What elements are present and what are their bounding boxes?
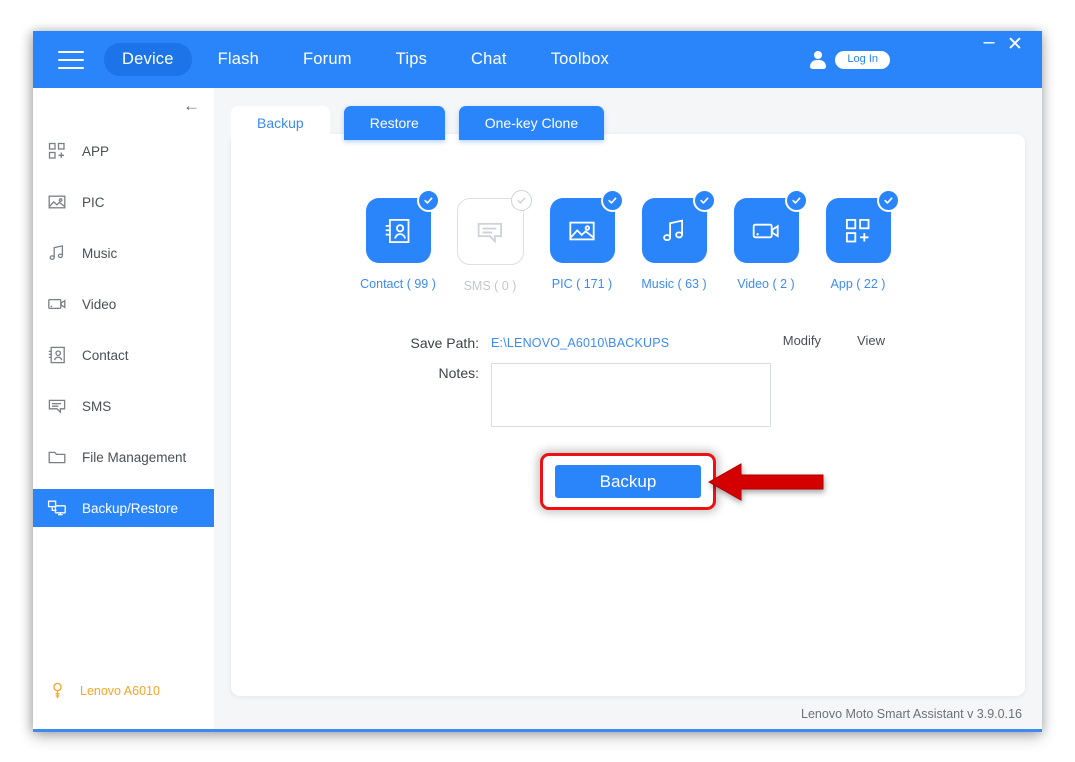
app-window: Device Flash Forum Tips Chat Toolbox Log… — [33, 31, 1042, 732]
video-camera-icon — [47, 294, 69, 314]
checked-badge-icon[interactable] — [416, 189, 440, 212]
tile-body[interactable] — [456, 190, 532, 265]
backup-action-zone: Backup — [231, 453, 1025, 510]
sidebar-item-pic[interactable]: PIC — [33, 183, 214, 221]
tab-backup[interactable]: Backup — [231, 106, 330, 140]
header-right-group: Log In – ✕ — [809, 31, 1042, 88]
content-area: Backup Restore One-key Clone Contact (9… — [214, 88, 1042, 729]
tile-body[interactable] — [365, 189, 440, 263]
category-label: Music ( 63 ) — [641, 277, 707, 291]
save-path-row: Save Path: E:\LENOVO_A6010\BACKUPS Modif… — [379, 333, 1025, 353]
message-icon — [47, 396, 69, 416]
tile-body[interactable] — [825, 189, 900, 263]
nav-item-forum[interactable]: Forum — [285, 43, 370, 76]
sidebar-item-file-management[interactable]: File Management — [33, 438, 214, 476]
sidebar-item-label: Video — [82, 296, 117, 312]
checked-badge-icon[interactable] — [692, 189, 716, 212]
login-button[interactable]: Log In — [835, 50, 890, 69]
tile-body[interactable] — [549, 189, 624, 263]
sidebar-item-sms[interactable]: SMS — [33, 387, 214, 425]
backup-panel: Contact ( 99 ) SMS (0) PIC (171) Mus… — [231, 134, 1025, 696]
notes-label: Notes: — [438, 365, 479, 381]
save-path-label: Save Path: — [410, 335, 480, 351]
apps-grid-icon — [845, 218, 870, 242]
tab-restore[interactable]: Restore — [343, 106, 445, 140]
sidebar-item-label: APP — [82, 143, 110, 159]
save-path-value: E:\LENOVO_A6010\BACKUPS — [491, 336, 670, 350]
tab-one-key-clone[interactable]: One-key Clone — [458, 106, 605, 140]
sidebar-item-label: SMS — [82, 398, 112, 414]
sidebar-item-label: Backup/Restore — [82, 500, 179, 516]
sidebar-item-app[interactable]: APP — [33, 132, 214, 170]
image-icon — [569, 221, 595, 240]
nav-item-toolbox[interactable]: Toolbox — [533, 43, 627, 76]
unchecked-badge-icon[interactable] — [510, 190, 532, 211]
nav-item-flash[interactable]: Flash — [200, 43, 277, 76]
sidebar-item-backup-restore[interactable]: Backup/Restore — [33, 489, 214, 527]
category-tile-contact[interactable]: Contact ( 99 ) — [360, 189, 440, 293]
backup-restore-icon — [47, 498, 69, 518]
category-tile-app[interactable]: App ( 22 ) — [825, 189, 900, 293]
category-tile-sms[interactable]: SMS ( 0 ) — [456, 190, 532, 293]
annotation-highlight-box: Backup — [540, 453, 824, 510]
sidebar: ← APP PIC Music Video Contact SMS File M… — [33, 88, 214, 729]
sidebar-item-contact[interactable]: Contact — [33, 336, 214, 374]
notes-input[interactable] — [491, 363, 771, 427]
music-note-icon — [663, 219, 683, 241]
tab-bar: Backup Restore One-key Clone — [231, 100, 605, 140]
sidebar-item-label: File Management — [82, 449, 187, 465]
sidebar-item-video[interactable]: Video — [33, 285, 214, 323]
path-actions: Modify View — [783, 333, 1025, 348]
category-tile-music[interactable]: Music ( 63 ) — [641, 189, 716, 293]
sidebar-collapse-row: ← — [33, 88, 214, 122]
left-arrow-annotation — [707, 462, 824, 501]
window-controls: – ✕ — [976, 27, 1028, 92]
category-tile-video[interactable]: Video ( 2 ) — [733, 189, 808, 293]
tile-body[interactable] — [733, 189, 808, 263]
account-person-icon[interactable] — [809, 50, 827, 69]
nav-item-tips[interactable]: Tips — [378, 43, 445, 76]
hamburger-menu-icon[interactable] — [58, 50, 84, 69]
tile-body[interactable] — [641, 189, 716, 263]
usb-plug-icon — [49, 681, 67, 701]
nav-item-device[interactable]: Device — [104, 43, 192, 76]
category-label: PIC ( 171 ) — [551, 277, 613, 291]
checked-badge-icon[interactable] — [600, 189, 624, 212]
backup-button[interactable]: Backup — [555, 465, 701, 498]
category-tile-pic[interactable]: PIC ( 171 ) — [549, 189, 624, 293]
checked-badge-icon[interactable] — [784, 189, 808, 212]
minimize-button[interactable]: – — [976, 32, 1002, 52]
modify-button[interactable]: Modify — [783, 333, 821, 348]
video-camera-icon — [752, 223, 779, 238]
folder-icon — [47, 447, 69, 467]
version-label: Lenovo Moto Smart Assistant v 3.9.0.16 — [801, 707, 1022, 721]
checked-badge-icon[interactable] — [876, 189, 900, 212]
category-label: Video ( 2 ) — [737, 277, 795, 291]
view-button[interactable]: View — [857, 333, 885, 348]
sidebar-item-label: PIC — [82, 194, 105, 210]
device-name-label: Lenovo A6010 — [80, 684, 160, 698]
category-label: SMS ( 0 ) — [463, 279, 517, 293]
window-body: ← APP PIC Music Video Contact SMS File M… — [33, 88, 1042, 729]
title-bar: Device Flash Forum Tips Chat Toolbox Log… — [33, 31, 1042, 88]
music-note-icon — [47, 243, 69, 263]
sidebar-item-label: Contact — [82, 347, 129, 363]
image-icon — [47, 192, 69, 212]
apps-grid-icon — [47, 141, 69, 161]
category-label: Contact ( 99 ) — [360, 277, 436, 291]
connected-device[interactable]: Lenovo A6010 — [33, 681, 160, 701]
nav-item-chat[interactable]: Chat — [453, 43, 525, 76]
sidebar-item-music[interactable]: Music — [33, 234, 214, 272]
category-tile-list: Contact ( 99 ) SMS (0) PIC (171) Mus… — [231, 134, 1025, 293]
arrow-left-icon[interactable]: ← — [183, 97, 200, 114]
message-icon — [477, 222, 502, 243]
contact-card-icon — [47, 345, 69, 365]
category-label: App ( 22 ) — [830, 277, 886, 291]
contact-card-icon — [385, 218, 410, 243]
backup-form: Save Path: E:\LENOVO_A6010\BACKUPS Modif… — [231, 333, 1025, 427]
notes-row: Notes: — [379, 363, 1025, 427]
sidebar-item-label: Music — [82, 245, 118, 261]
close-button[interactable]: ✕ — [1002, 35, 1028, 55]
sidebar-list: APP PIC Music Video Contact SMS File Man… — [33, 132, 214, 540]
